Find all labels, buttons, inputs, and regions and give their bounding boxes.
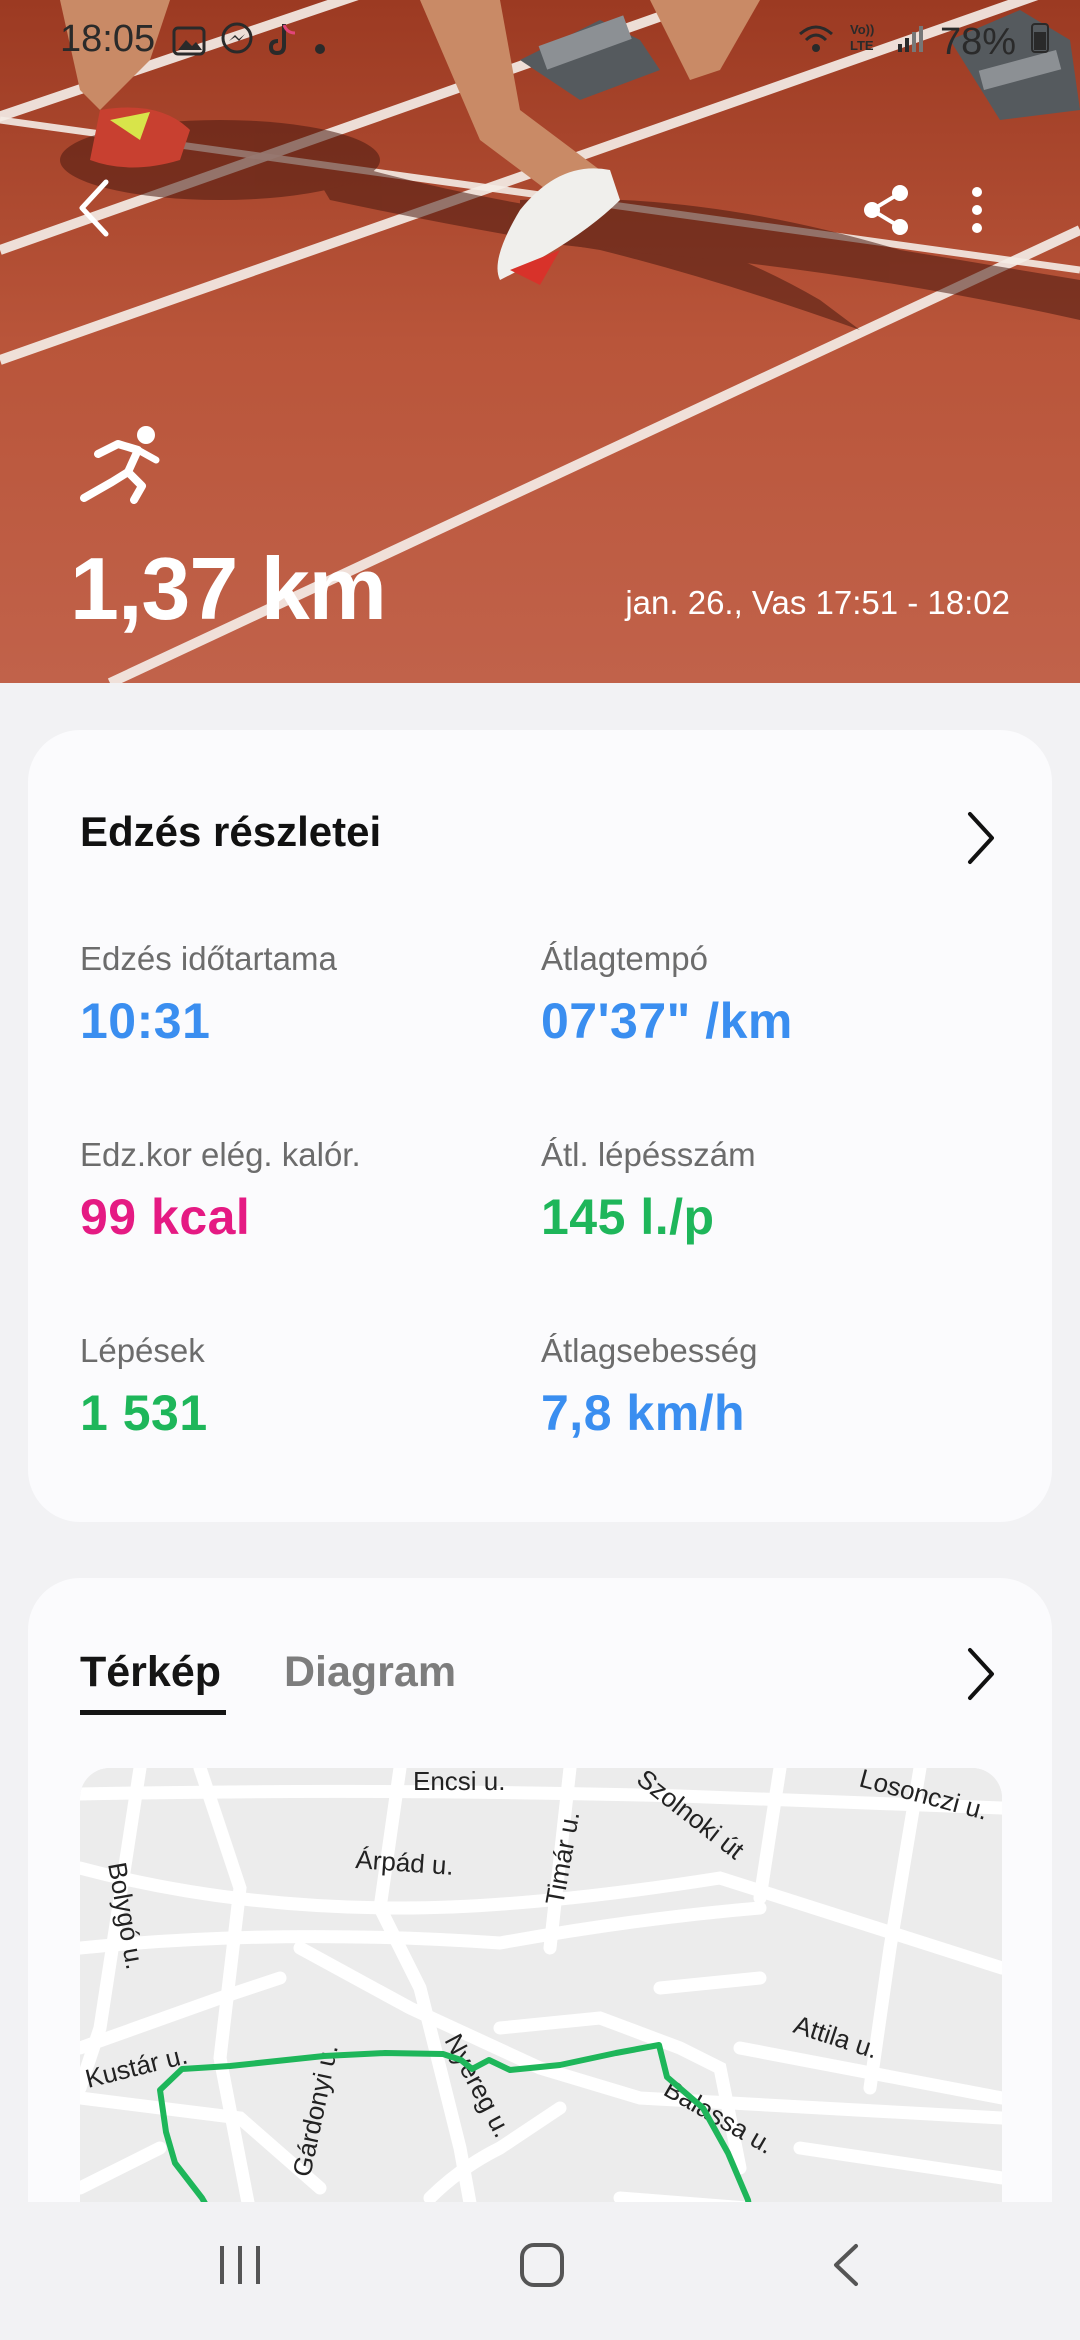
home-icon[interactable] <box>518 2242 566 2293</box>
recent-apps-icon[interactable] <box>216 2242 264 2293</box>
share-icon[interactable] <box>862 184 910 241</box>
metric-value: 145 l./p <box>541 1189 715 1245</box>
workout-details-card[interactable]: Edzés részletei Edzés időtartama 10:31 Á… <box>28 730 1052 1522</box>
metric-avg-speed: Átlagsebesség 7,8 km/h <box>541 1332 757 1442</box>
metric-cadence: Átl. lépésszám 145 l./p <box>541 1136 756 1246</box>
metric-value: 1 531 <box>80 1385 208 1441</box>
running-icon <box>76 424 166 509</box>
volte-icon: Vo)) LTE <box>848 20 882 64</box>
hero-banner: 18:05 Vo)) LTE 78% 1,37 km jan. 26., Vas… <box>0 0 1080 683</box>
map-label: Encsi u. <box>413 1768 506 1796</box>
back-arrow-icon[interactable] <box>74 176 114 245</box>
more-vert-icon[interactable] <box>967 186 987 241</box>
metric-avg-pace: Átlagtempó 07'37" /km <box>541 940 793 1050</box>
messenger-icon <box>220 22 254 66</box>
battery-icon <box>1030 20 1050 64</box>
tab-diagram[interactable]: Diagram <box>284 1648 456 1697</box>
metric-label: Átlagsebesség <box>541 1332 758 1369</box>
signal-icon <box>896 21 926 64</box>
gallery-icon <box>172 23 206 66</box>
tab-underline <box>80 1710 226 1715</box>
back-icon[interactable] <box>828 2242 864 2293</box>
metric-calories: Edz.kor elég. kalór. 99 kcal <box>80 1136 361 1246</box>
status-time: 18:05 <box>60 18 156 60</box>
svg-text:Vo)): Vo)) <box>850 22 874 37</box>
svg-text:LTE: LTE <box>850 38 874 53</box>
metric-duration: Edzés időtartama 10:31 <box>80 940 337 1050</box>
chevron-right-icon[interactable] <box>964 810 998 871</box>
metric-label: Edzés időtartama <box>80 940 337 977</box>
battery-percent: 78% <box>939 20 1016 63</box>
wifi-icon <box>798 21 834 64</box>
metric-value: 99 kcal <box>80 1189 251 1245</box>
metric-value: 10:31 <box>80 993 211 1049</box>
chevron-right-icon[interactable] <box>964 1646 998 1707</box>
metric-label: Átlagtempó <box>541 940 708 977</box>
metric-label: Edz.kor elég. kalór. <box>80 1136 361 1173</box>
workout-datetime: jan. 26., Vas 17:51 - 18:02 <box>625 584 1010 621</box>
metric-label: Átl. lépésszám <box>541 1136 756 1173</box>
tiktok-icon <box>268 22 298 66</box>
system-nav-bar <box>0 2202 1080 2340</box>
metric-label: Lépések <box>80 1332 205 1369</box>
status-bar: 18:05 Vo)) LTE 78% <box>0 0 1080 80</box>
workout-distance: 1,37 km <box>70 539 387 638</box>
metric-value: 07'37" /km <box>541 993 793 1049</box>
metric-value: 7,8 km/h <box>541 1385 746 1441</box>
dot-icon <box>312 23 328 66</box>
tab-map[interactable]: Térkép <box>80 1648 221 1697</box>
metric-steps: Lépések 1 531 <box>80 1332 208 1442</box>
card-title: Edzés részletei <box>80 808 382 855</box>
